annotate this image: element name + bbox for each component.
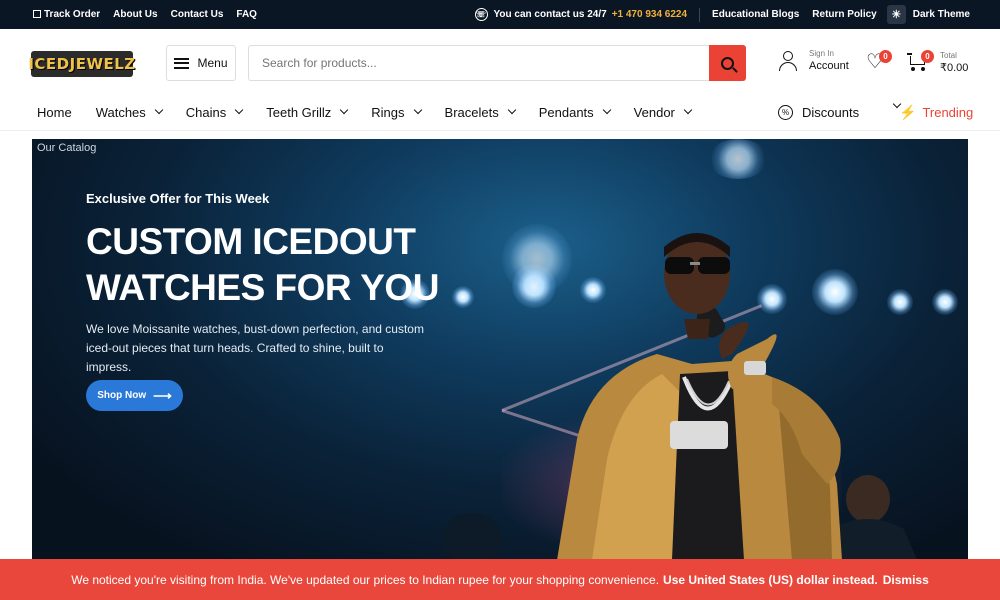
hero-eyebrow: Exclusive Offer for This Week: [86, 191, 270, 206]
nav-item-trending[interactable]: ⚡ Trending: [899, 97, 973, 127]
shop-now-button[interactable]: Shop Now ⟶: [86, 380, 183, 411]
cart-count-badge: 0: [921, 50, 934, 63]
lightning-icon: ⚡: [899, 103, 917, 120]
nav-item-label: Vendor: [633, 104, 675, 120]
nav-item-pendants[interactable]: Pendants: [538, 104, 611, 120]
divider: [699, 7, 701, 22]
about-us-link[interactable]: About Us: [113, 9, 157, 20]
nav-item-vendor[interactable]: Vendor: [633, 104, 693, 120]
topbar-right: ☏ You can contact us 24/7 +1 470 934 622…: [474, 0, 970, 29]
search-icon: [721, 56, 734, 70]
chevron-down-icon: [507, 105, 516, 115]
search-input[interactable]: [248, 45, 710, 81]
nav-item-label: Watches: [95, 104, 146, 120]
account-link[interactable]: Sign In Account: [779, 49, 849, 72]
faq-link[interactable]: FAQ: [236, 9, 257, 20]
account-label: Account: [809, 60, 849, 72]
nav-item-label: Home: [37, 104, 72, 120]
nav-item-watches[interactable]: Watches: [95, 104, 164, 120]
nav-item-label: Chains: [185, 104, 227, 120]
percent-icon: %: [778, 104, 793, 120]
dark-theme-toggle[interactable]: Dark Theme: [913, 9, 970, 20]
cart-total[interactable]: Total ₹0.00: [940, 51, 968, 74]
hero-description: We love Moissanite watches, bust-down pe…: [86, 322, 424, 374]
use-usd-link[interactable]: Use United States (US) dollar instead.: [663, 573, 878, 587]
phone-icon: ☏: [474, 8, 488, 21]
arrow-right-icon: ⟶: [153, 387, 172, 403]
main-nav: Home Watches Chains Teeth Grillz Rings B…: [0, 97, 1000, 131]
cart-total-value: ₹0.00: [940, 62, 969, 74]
dismiss-button[interactable]: Dismiss: [883, 573, 929, 587]
cart-total-label: Total: [940, 51, 957, 60]
nav-item-rings[interactable]: Rings: [371, 104, 422, 120]
currency-notice-banner: We noticed you're visiting from India. W…: [0, 559, 1000, 600]
wishlist-count-badge: 0: [879, 50, 892, 63]
nav-item-label: Rings: [371, 104, 405, 120]
chevron-down-icon: [235, 105, 244, 115]
nav-item-label: Bracelets: [444, 104, 499, 120]
chevron-down-icon: [683, 105, 693, 115]
sign-in-label: Sign In: [809, 49, 834, 58]
box-icon: [33, 10, 41, 18]
discounts-label: Discounts: [802, 104, 860, 120]
return-policy-link[interactable]: Return Policy: [812, 9, 876, 20]
nav-item-label: Pendants: [538, 104, 594, 120]
search-button[interactable]: [709, 45, 746, 81]
contact-us-link[interactable]: Contact Us: [171, 9, 224, 20]
chevron-down-icon: [340, 105, 349, 115]
top-bar: Track Order About Us Contact Us FAQ ☏ Yo…: [0, 0, 1000, 29]
site-header: ICEDJEWELZ Menu Sign In Account ♡ 0 0 To…: [0, 29, 1000, 97]
track-order-label: Track Order: [44, 9, 101, 20]
trending-label: Trending: [922, 104, 974, 120]
topbar-links: Track Order About Us Contact Us FAQ: [33, 0, 257, 29]
nav-item-chains[interactable]: Chains: [185, 104, 244, 120]
sun-icon[interactable]: ☀: [886, 5, 906, 24]
chevron-down-icon: [602, 105, 611, 115]
nav-item-teeth-grillz[interactable]: Teeth Grillz: [266, 104, 349, 120]
chevron-down-icon: [413, 105, 422, 115]
site-logo[interactable]: ICEDJEWELZ: [28, 51, 135, 77]
currency-notice-text: We noticed you're visiting from India. W…: [71, 572, 660, 587]
track-order-link[interactable]: Track Order: [33, 9, 100, 20]
educational-blogs-link[interactable]: Educational Blogs: [712, 9, 799, 20]
hero-headline: CUSTOM ICEDOUT WATCHES FOR YOU: [86, 221, 439, 308]
phone-number[interactable]: +1 470 934 6224: [612, 9, 687, 20]
nav-item-home[interactable]: Home: [37, 105, 72, 120]
menu-button[interactable]: Menu: [166, 45, 236, 81]
hamburger-icon: [174, 57, 190, 69]
shop-now-label: Shop Now: [97, 390, 147, 401]
nav-item-discounts[interactable]: % Discounts: [778, 97, 859, 127]
chevron-down-icon: [154, 105, 164, 115]
catalog-label: Our Catalog: [37, 142, 97, 154]
nav-item-label: Teeth Grillz: [266, 104, 332, 120]
nav-item-bracelets[interactable]: Bracelets: [444, 104, 516, 120]
contact-text: You can contact us 24/7: [493, 9, 607, 20]
menu-label: Menu: [197, 56, 228, 70]
user-icon: [779, 50, 797, 72]
